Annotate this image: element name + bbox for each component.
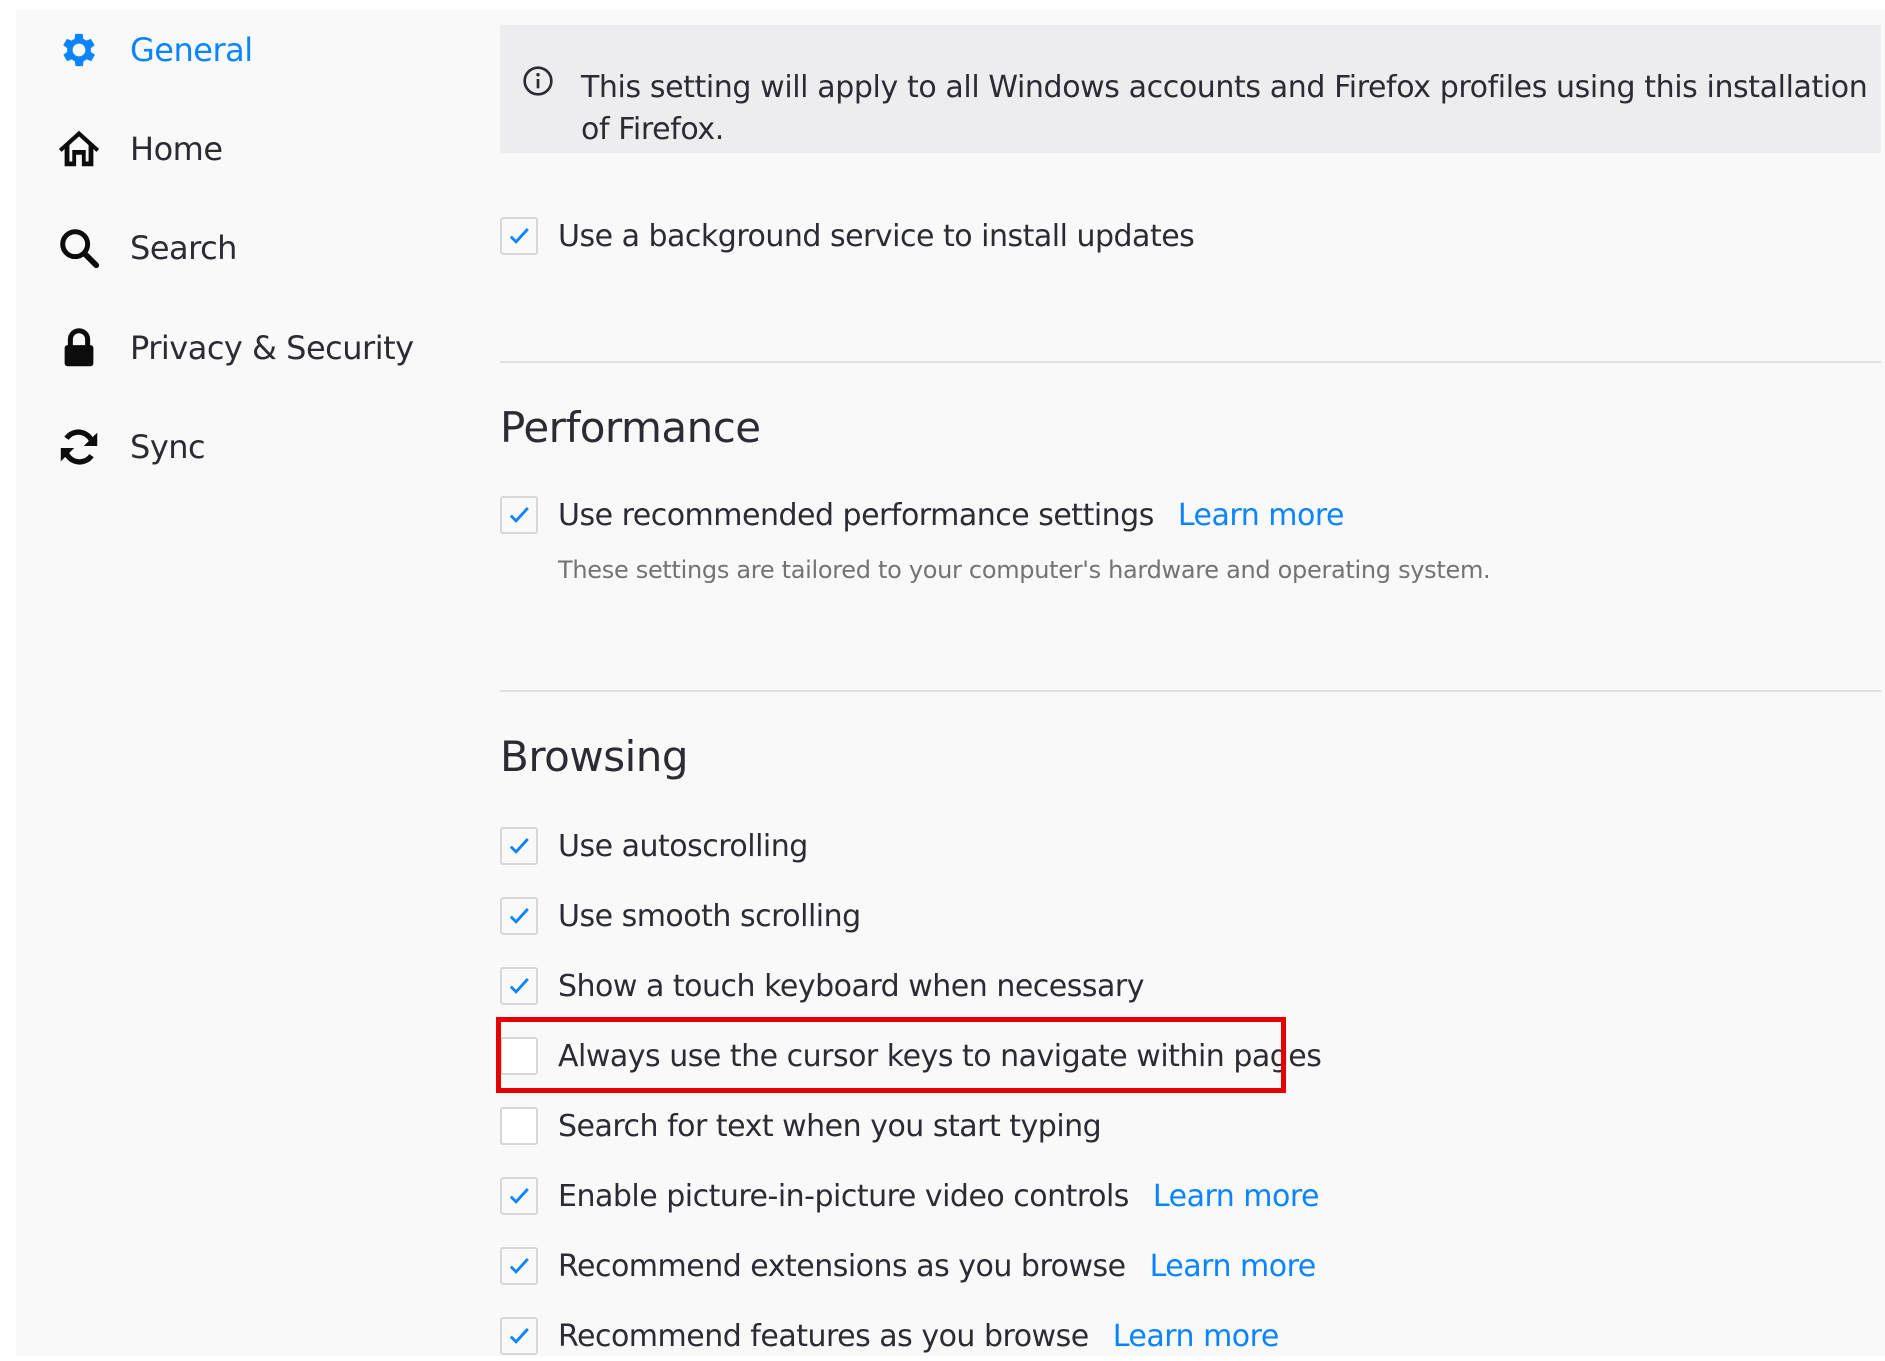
autoscrolling-checkbox[interactable] [500,827,538,865]
recommend-features-label: Recommend features as you browse [558,1318,1089,1354]
autoscrolling-label: Use autoscrolling [558,828,808,864]
option-recommend-features: Recommend features as you browse Learn m… [500,1311,1279,1361]
sidebar-item-label: General [130,31,253,69]
install-notice: This setting will apply to all Windows a… [500,25,1881,153]
checkmark-icon [509,1258,529,1274]
picture-in-picture-learn-more-link[interactable]: Learn more [1153,1179,1320,1214]
recommend-features-learn-more-link[interactable]: Learn more [1113,1319,1280,1354]
recommend-extensions-learn-more-link[interactable]: Learn more [1150,1249,1317,1284]
smooth-scrolling-label: Use smooth scrolling [558,898,861,934]
option-autoscrolling: Use autoscrolling [500,821,808,871]
picture-in-picture-checkbox[interactable] [500,1177,538,1215]
cursor-keys-label: Always use the cursor keys to navigate w… [558,1038,1322,1074]
checkmark-icon [509,978,529,994]
touch-keyboard-checkbox[interactable] [500,967,538,1005]
info-icon [522,65,554,97]
home-icon [56,126,102,172]
option-smooth-scrolling: Use smooth scrolling [500,891,861,941]
browsing-title: Browsing [500,732,689,781]
recommend-features-checkbox[interactable] [500,1317,538,1355]
option-recommended-performance: Use recommended performance settings Lea… [500,490,1344,540]
performance-hint: These settings are tailored to your comp… [558,556,1491,584]
option-cursor-keys: Always use the cursor keys to navigate w… [500,1031,1322,1081]
picture-in-picture-label: Enable picture-in-picture video controls [558,1178,1129,1214]
gear-icon [56,27,102,73]
touch-keyboard-label: Show a touch keyboard when necessary [558,968,1144,1004]
checkmark-icon [509,1328,529,1344]
performance-learn-more-link[interactable]: Learn more [1178,498,1345,533]
checkmark-icon [509,908,529,924]
sidebar-item-privacy[interactable]: Privacy & Security [56,318,414,378]
option-background-service: Use a background service to install upda… [500,211,1195,261]
section-divider [500,361,1881,363]
checkmark-icon [509,1188,529,1204]
background-service-checkbox[interactable] [500,217,538,255]
recommended-performance-checkbox[interactable] [500,496,538,534]
preferences-page: General Home Search Privacy & Security S… [16,10,1885,1356]
sidebar-item-label: Sync [130,428,206,466]
sidebar-item-sync[interactable]: Sync [56,417,206,477]
option-recommend-extensions: Recommend extensions as you browse Learn… [500,1241,1316,1291]
section-divider [500,690,1881,692]
lock-icon [56,325,102,371]
option-picture-in-picture: Enable picture-in-picture video controls… [500,1171,1320,1221]
recommended-performance-label: Use recommended performance settings [558,497,1154,533]
notice-text: This setting will apply to all Windows a… [581,70,1868,147]
checkmark-icon [509,228,529,244]
checkmark-icon [509,838,529,854]
background-service-label: Use a background service to install upda… [558,218,1195,254]
sync-icon [56,424,102,470]
recommend-extensions-label: Recommend extensions as you browse [558,1248,1126,1284]
option-search-typing: Search for text when you start typing [500,1101,1102,1151]
sidebar-item-search[interactable]: Search [56,218,237,278]
search-icon [56,225,102,271]
sidebar-item-label: Privacy & Security [130,329,414,367]
sidebar-item-label: Search [130,229,237,267]
cursor-keys-checkbox[interactable] [500,1037,538,1075]
smooth-scrolling-checkbox[interactable] [500,897,538,935]
search-typing-label: Search for text when you start typing [558,1108,1102,1144]
search-typing-checkbox[interactable] [500,1107,538,1145]
sidebar-item-home[interactable]: Home [56,119,223,179]
recommend-extensions-checkbox[interactable] [500,1247,538,1285]
sidebar-item-label: Home [130,130,223,168]
option-touch-keyboard: Show a touch keyboard when necessary [500,961,1144,1011]
performance-title: Performance [500,403,761,452]
sidebar-item-general[interactable]: General [56,20,253,80]
checkmark-icon [509,507,529,523]
